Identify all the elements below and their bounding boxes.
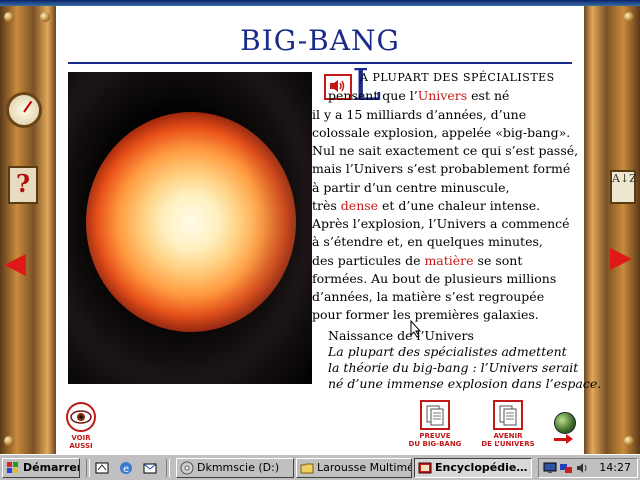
glossary-link[interactable]: Univers: [418, 88, 467, 103]
help-button[interactable]: ?: [8, 166, 38, 204]
taskbar: Démarrer e Dkmmscie (D:) Larousse Multim…: [0, 454, 640, 480]
taskbar-separator: [166, 459, 170, 477]
bolt-icon: [4, 12, 14, 22]
alphabetical-index-button[interactable]: A↓Z: [610, 170, 637, 204]
article-line: formées. Au bout de plusieurs millions: [312, 270, 556, 288]
article-line: à s’étendre et, en quelques minutes,: [312, 233, 543, 251]
page-title: BIG-BANG: [240, 24, 400, 57]
svg-text:e: e: [123, 464, 129, 475]
cd-drive-icon: [180, 461, 194, 475]
proof-label: DU BIG-BANG: [408, 440, 462, 448]
article-text: Nul ne sait exactement ce qui s’est pass…: [312, 143, 579, 158]
task-label: Dkmmscie (D:): [197, 461, 280, 474]
see-also-button[interactable]: VOIR AUSSI: [64, 402, 98, 450]
future-label: DE L’UNIVERS: [481, 440, 535, 448]
explosion-haze: [68, 72, 312, 384]
next-arrow-icon[interactable]: [554, 434, 573, 444]
task-button-encyclopedie[interactable]: Encyclopédie…: [414, 458, 532, 478]
outlook-icon[interactable]: [142, 460, 158, 476]
glossary-link[interactable]: dense: [341, 198, 378, 213]
article-line: à partir d’un centre minuscule,: [312, 179, 509, 197]
encyclopedia-app-icon: [418, 462, 432, 474]
article-line: très dense et d’une chaleur intense.: [312, 197, 540, 215]
article-text: colossale explosion, appelée «big-bang».: [312, 124, 571, 140]
system-tray: 14:27: [538, 458, 638, 478]
previous-page-arrow-icon[interactable]: [4, 254, 26, 276]
caption-title: Naissance de l’Univers: [328, 328, 474, 343]
article-line: colossale explosion, appelée «big-bang».: [312, 124, 570, 142]
future-universe-button[interactable]: AVENIR DE L’UNIVERS: [476, 400, 540, 448]
title-divider: [68, 62, 572, 64]
see-also-label: AUSSI: [69, 442, 93, 450]
start-button[interactable]: Démarrer: [2, 458, 80, 478]
glossary-link[interactable]: matière: [424, 253, 473, 268]
proof-big-bang-button[interactable]: PREUVE DU BIG-BANG: [406, 400, 464, 448]
article-line: des particules de matière se sont: [312, 252, 522, 270]
article-page: BIG-BANG L A PLUPART DES SPÉCIALISTES pen…: [56, 6, 601, 454]
future-label: AVENIR: [493, 432, 523, 440]
bolt-icon: [40, 12, 50, 22]
task-button-dkmmscie[interactable]: Dkmmscie (D:): [176, 458, 294, 478]
task-button-larousse[interactable]: Larousse Multimé…: [296, 458, 412, 478]
folder-icon: [300, 463, 314, 474]
article-text: formées. Au bout de plusieurs millions: [312, 270, 557, 286]
big-bang-image[interactable]: [68, 72, 312, 384]
article-line: A PLUPART DES SPÉCIALISTES: [360, 69, 555, 87]
article-text: et d’une chaleur intense.: [378, 197, 541, 213]
bolt-icon: [4, 436, 14, 446]
article-text: à s’étendre et, en quelques minutes,: [312, 234, 543, 250]
windows-logo-icon: [7, 462, 18, 473]
eye-icon: [66, 402, 96, 432]
see-also-label: VOIR: [71, 434, 91, 442]
caption-line: la théorie du big-bang : l’Univers serai…: [328, 360, 579, 375]
article-text: pensent que l’: [328, 88, 418, 104]
article-line: Après l’explosion, l’Univers a commencé: [312, 215, 570, 233]
article-text: très: [312, 197, 341, 213]
article-line: il y a 15 milliards d’années, d’une: [312, 106, 526, 124]
article-text: des particules de: [312, 252, 425, 268]
bolt-icon: [624, 12, 634, 22]
monitor-icon[interactable]: [543, 461, 557, 475]
bolt-icon: [624, 436, 634, 446]
article-text: à partir d’un centre minuscule,: [312, 179, 510, 195]
article-text: mais l’Univers s’est probablement formé: [312, 161, 571, 177]
gauge-icon[interactable]: [6, 92, 42, 128]
internet-explorer-icon[interactable]: e: [118, 460, 134, 476]
article-line: d’années, la matière s’est regroupée: [312, 288, 544, 306]
mouse-cursor-icon: [410, 320, 422, 338]
globe-icon[interactable]: [554, 412, 576, 434]
article-text: est né: [467, 88, 510, 104]
article-line: pensent que l’Univers est né: [328, 87, 509, 105]
proof-label: PREUVE: [419, 432, 451, 440]
article-line: pour former les premières galaxies.: [312, 306, 539, 324]
volume-icon[interactable]: [575, 461, 589, 475]
caption-text: La plupart des spécialistes admettent la…: [328, 344, 601, 392]
desktop-icon[interactable]: [94, 460, 110, 476]
document-icon: [420, 400, 450, 430]
next-page-arrow-icon[interactable]: [610, 248, 632, 270]
article-line: mais l’Univers s’est probablement formé: [312, 160, 570, 178]
task-label: Larousse Multimé…: [317, 461, 411, 474]
article-text: se sont: [473, 252, 523, 268]
article-text: Après l’explosion, l’Univers a commencé: [312, 216, 570, 231]
document-icon: [493, 400, 523, 430]
article-text: pour former les premières galaxies.: [312, 307, 539, 323]
caption-line: né d’une immense explosion dans l’espace…: [328, 376, 602, 391]
taskbar-separator: [86, 459, 90, 477]
start-label: Démarrer: [23, 461, 80, 474]
article-line: Nul ne sait exactement ce qui s’est pass…: [312, 142, 578, 160]
article-text: il y a 15 milliards d’années, d’une: [312, 106, 527, 122]
article-text: A PLUPART DES SPÉCIALISTES: [360, 71, 555, 84]
network-icon[interactable]: [559, 461, 573, 475]
caption-line: La plupart des spécialistes admettent: [328, 344, 567, 359]
task-label: Encyclopédie…: [435, 461, 528, 474]
left-frame: ?: [0, 6, 56, 454]
clock[interactable]: 14:27: [599, 459, 631, 477]
article-text: d’années, la matière s’est regroupée: [312, 289, 545, 304]
